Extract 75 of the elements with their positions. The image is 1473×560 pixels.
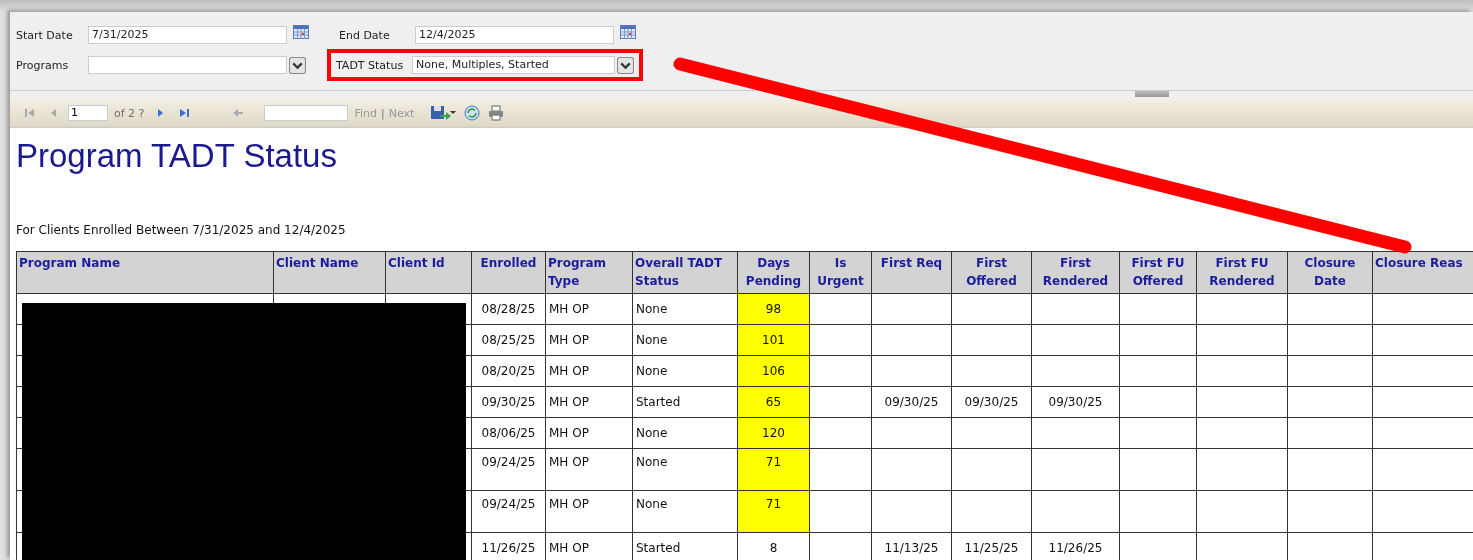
table-cell: None <box>632 324 738 356</box>
column-header: Overall TADT Status <box>632 251 738 294</box>
refresh-icon[interactable] <box>464 105 481 121</box>
field-label: TADT Status <box>336 58 405 72</box>
table-cell: MH OP <box>545 386 633 418</box>
table-cell <box>809 386 872 418</box>
find-field[interactable] <box>264 105 349 121</box>
page-count: of 2 ? <box>114 106 145 120</box>
report-title: Program TADT Status <box>16 136 338 176</box>
table-cell: Started <box>632 386 738 418</box>
tadt-status-dropdown[interactable]: None, Multiples, Started <box>412 56 615 74</box>
column-header: Days Pending <box>737 251 810 294</box>
days-pending-cell: 106 <box>737 355 810 387</box>
start-date-field[interactable]: 7/31/2025 <box>88 26 287 44</box>
table-cell <box>809 448 872 491</box>
dropdown-caret-icon[interactable] <box>617 56 634 74</box>
table-cell: None <box>632 293 738 325</box>
column-header: First FU Offered <box>1119 251 1197 294</box>
field-label: Programs <box>16 58 70 72</box>
table-cell: MH OP <box>545 448 633 491</box>
days-pending-cell: 71 <box>737 448 810 491</box>
field-label: Start Date <box>16 28 74 42</box>
field-label: End Date <box>339 28 391 42</box>
table-cell: MH OP <box>545 355 633 387</box>
table-cell: MH OP <box>545 324 633 356</box>
table-cell: 09/30/25 <box>471 386 546 418</box>
page-number-field[interactable]: 1 <box>68 105 108 121</box>
days-pending-cell: 120 <box>737 417 810 449</box>
table-cell <box>809 490 872 533</box>
collapse-handle[interactable] <box>1135 91 1169 97</box>
column-header: First Req <box>871 251 952 294</box>
table-cell <box>809 417 872 449</box>
table-cell: None <box>632 355 738 387</box>
column-header: Enrolled <box>471 251 546 294</box>
report-subtitle: For Clients Enrolled Between 7/31/2025 and 12/4/2025 <box>16 223 347 239</box>
table-cell: 08/20/25 <box>471 355 546 387</box>
column-header: Closure Reas <box>1372 251 1473 294</box>
calendar-icon[interactable] <box>620 25 636 39</box>
table-cell: MH OP <box>545 293 633 325</box>
table-cell <box>809 324 872 356</box>
table-cell: 08/25/25 <box>471 324 546 356</box>
table-cell: MH OP <box>545 490 633 533</box>
last-page-icon[interactable] <box>178 107 191 119</box>
table-cell: 08/06/25 <box>471 417 546 449</box>
days-pending-cell: 71 <box>737 490 810 533</box>
table-cell: 08/28/25 <box>471 293 546 325</box>
table-cell: None <box>632 490 738 533</box>
column-header: Closure Date <box>1287 251 1373 294</box>
days-pending-cell: 101 <box>737 324 810 356</box>
table-cell: 09/24/25 <box>471 490 546 533</box>
column-header: Program Name <box>16 251 274 294</box>
table-cell: None <box>632 448 738 491</box>
column-header: Program Type <box>545 251 633 294</box>
table-cell: MH OP <box>545 417 633 449</box>
table-cell: 09/24/25 <box>471 448 546 491</box>
table-cell: 09/30/25 <box>871 386 952 418</box>
table-cell: None <box>632 417 738 449</box>
column-header: First Rendered <box>1031 251 1120 294</box>
column-header: Is Urgent <box>809 251 872 294</box>
table-cell <box>809 355 872 387</box>
column-header: Client Id <box>385 251 472 294</box>
table-cell: 09/30/25 <box>1031 386 1120 418</box>
table-cell <box>809 293 872 325</box>
days-pending-cell: 65 <box>737 386 810 418</box>
end-date-field[interactable]: 12/4/2025 <box>415 26 614 44</box>
column-header: First Offered <box>951 251 1032 294</box>
save-icon[interactable] <box>430 105 457 121</box>
days-pending-cell: 98 <box>737 293 810 325</box>
dropdown-caret-icon[interactable] <box>289 56 306 74</box>
column-header: Client Name <box>273 251 386 294</box>
column-header: First FU Rendered <box>1196 251 1288 294</box>
table-cell: 09/30/25 <box>951 386 1032 418</box>
print-icon[interactable] <box>488 105 505 121</box>
separator: | <box>381 106 385 120</box>
calendar-icon[interactable] <box>293 25 309 39</box>
